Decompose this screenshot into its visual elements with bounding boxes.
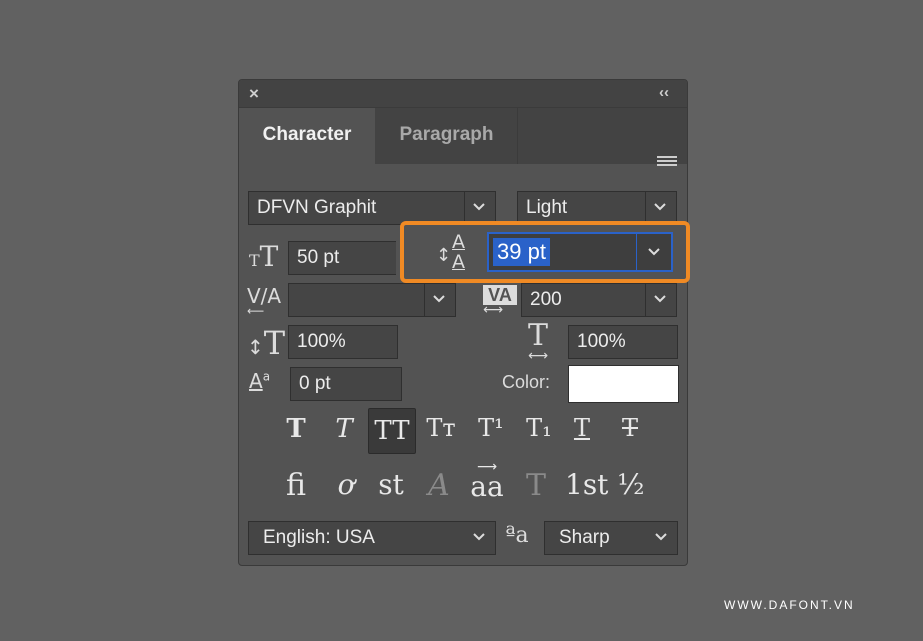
underline-button[interactable]: T bbox=[567, 414, 597, 442]
color-swatch[interactable] bbox=[568, 365, 679, 403]
faux-italic-button[interactable]: T bbox=[329, 414, 359, 444]
subscript-button[interactable]: T₁ bbox=[521, 414, 557, 442]
contextual-alternates-button[interactable]: ơ bbox=[329, 468, 363, 501]
superscript-button[interactable]: T¹ bbox=[473, 414, 509, 442]
tracking-dropdown[interactable]: 200 bbox=[521, 283, 677, 317]
all-caps-button[interactable]: TT bbox=[368, 408, 416, 454]
stylistic-alternates-button[interactable]: ⟶ aa bbox=[469, 460, 505, 503]
vertical-scale-icon: ↕T bbox=[247, 324, 286, 362]
font-size-icon: TT bbox=[249, 240, 279, 273]
chevron-down-icon[interactable] bbox=[465, 522, 495, 554]
panel-title-bar: × ‹‹ bbox=[239, 80, 687, 108]
faux-bold-button[interactable]: T bbox=[281, 414, 311, 444]
ordinals-button[interactable]: 1st bbox=[565, 468, 608, 501]
kerning-dropdown[interactable] bbox=[288, 283, 456, 317]
language-dropdown[interactable]: English: USA bbox=[248, 521, 496, 555]
chevron-down-icon[interactable] bbox=[424, 284, 455, 316]
chevron-down-icon[interactable] bbox=[464, 192, 495, 224]
horizontal-scale-field[interactable]: 100% bbox=[568, 325, 678, 359]
horizontal-scale-icon: T ⟷ bbox=[528, 318, 549, 364]
fractions-button[interactable]: ½ bbox=[615, 468, 647, 501]
language-value: English: USA bbox=[263, 527, 375, 548]
ligatures-button[interactable]: ﬁ bbox=[281, 468, 311, 503]
swash-button[interactable]: A bbox=[422, 468, 456, 503]
character-panel: × ‹‹ Character Paragraph DFVN Graphit Li… bbox=[238, 79, 688, 566]
anti-aliasing-value: Sharp bbox=[559, 527, 610, 548]
chevron-down-icon[interactable] bbox=[647, 522, 677, 554]
tab-bar: Character Paragraph bbox=[239, 108, 687, 166]
strikethrough-button[interactable]: T bbox=[615, 414, 645, 442]
tracking-arrow-icon: ⟷ bbox=[483, 302, 504, 318]
watermark: WWW.DAFONT.VN bbox=[724, 598, 855, 612]
small-caps-button[interactable]: Tт bbox=[423, 414, 459, 442]
font-family-dropdown[interactable]: DFVN Graphit bbox=[248, 191, 496, 225]
anti-aliasing-icon: ªa bbox=[505, 523, 529, 548]
hamburger-menu-icon[interactable] bbox=[657, 156, 677, 170]
color-label: Color: bbox=[502, 372, 551, 392]
tab-character[interactable]: Character bbox=[239, 108, 375, 164]
font-size-value: 50 pt bbox=[297, 247, 340, 268]
chevron-down-icon[interactable] bbox=[645, 284, 676, 316]
close-icon[interactable]: × bbox=[249, 80, 259, 107]
font-style-dropdown[interactable]: Light bbox=[517, 191, 677, 225]
chevron-down-icon[interactable] bbox=[645, 192, 676, 224]
baseline-shift-icon: Aa bbox=[249, 369, 271, 393]
anti-aliasing-dropdown[interactable]: Sharp bbox=[544, 521, 678, 555]
tracking-value: 200 bbox=[530, 289, 562, 310]
font-style-value: Light bbox=[526, 197, 568, 218]
collapse-icon[interactable]: ‹‹ bbox=[659, 80, 669, 106]
stylistic-alternates-label: aa bbox=[470, 470, 504, 503]
leading-highlight-frame bbox=[400, 221, 690, 283]
baseline-shift-field[interactable]: 0 pt bbox=[290, 367, 402, 401]
font-family-value: DFVN Graphit bbox=[257, 197, 377, 218]
discretionary-ligatures-button[interactable]: st bbox=[373, 468, 409, 501]
kerning-icon: V/A ⟵ bbox=[247, 284, 282, 318]
tab-paragraph[interactable]: Paragraph bbox=[376, 108, 518, 164]
font-size-field[interactable]: 50 pt bbox=[288, 241, 396, 275]
titling-alternates-button[interactable]: T bbox=[521, 468, 551, 503]
vertical-scale-field[interactable]: 100% bbox=[288, 325, 398, 359]
